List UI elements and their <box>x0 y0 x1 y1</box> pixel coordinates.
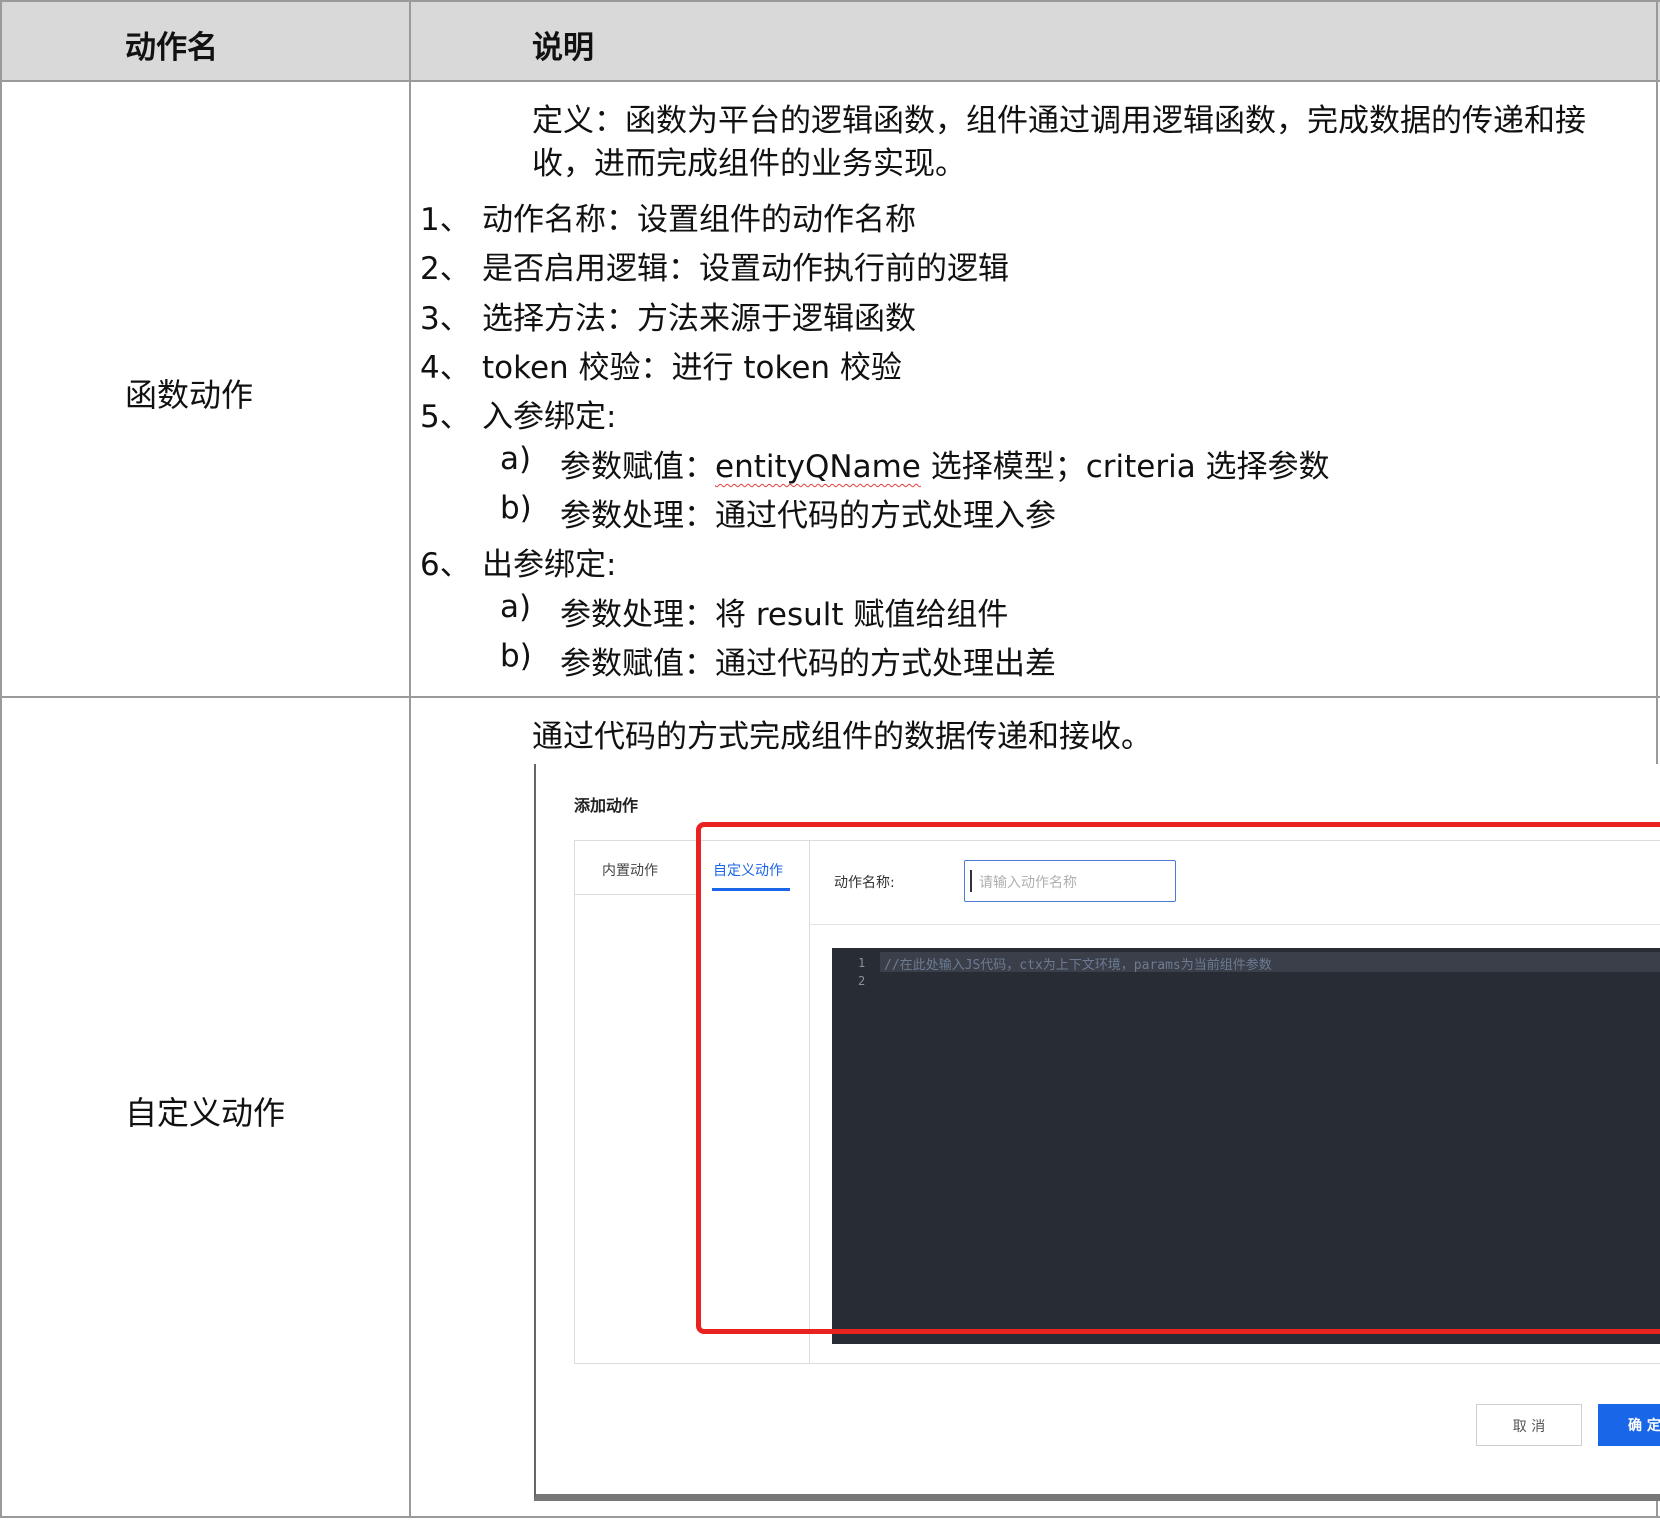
sub-list-item-letter: b) <box>500 638 532 674</box>
list-item-number: 6、 <box>420 547 471 583</box>
add-action-dialog-screenshot: 添加动作 内置动作 自定义动作 动作名称: 请输入动作名称 1 2 //在此处输… <box>534 764 1660 1501</box>
list-item-text: 入参绑定: <box>482 399 617 435</box>
list-item-text: token 校验：进行 token 校验 <box>482 350 902 386</box>
cancel-button[interactable]: 取 消 <box>1476 1404 1582 1446</box>
list-item-number: 1、 <box>420 202 471 238</box>
list-item-text: 出参绑定: <box>482 547 617 583</box>
header-description: 说明 <box>532 30 594 66</box>
definition-line-2: 收，进而完成组件的业务实现。 <box>532 146 966 182</box>
list-item-number: 5、 <box>420 399 471 435</box>
row-name-function-action: 函数动作 <box>125 376 254 414</box>
spellcheck-underlined-word: entityQName <box>715 449 921 485</box>
list-item-text: 动作名称：设置组件的动作名称 <box>482 202 916 238</box>
sub-list-item-letter: a) <box>500 589 532 625</box>
list-item-number: 2、 <box>420 251 471 287</box>
highlight-box <box>696 822 1660 1334</box>
confirm-button[interactable]: 确 定 <box>1598 1404 1660 1446</box>
action-table: 动作名 说明 函数动作 定义：函数为平台的逻辑函数，组件通过调用逻辑函数，完成数… <box>0 0 1660 1520</box>
sub-list-item-letter: a) <box>500 441 532 477</box>
tab-builtin-action[interactable]: 内置动作 <box>602 860 658 880</box>
definition-line-1: 定义：函数为平台的逻辑函数，组件通过调用逻辑函数，完成数据的传递和接 <box>532 103 1586 139</box>
custom-action-description: 通过代码的方式完成组件的数据传递和接收。 <box>532 719 1152 755</box>
list-item-text: 选择方法：方法来源于逻辑函数 <box>482 301 916 337</box>
list-item-text: 是否启用逻辑：设置动作执行前的逻辑 <box>482 251 1009 287</box>
sub-list-item-text: 参数处理：通过代码的方式处理入参 <box>560 498 1056 534</box>
list-item-number: 4、 <box>420 350 471 386</box>
dialog-title: 添加动作 <box>574 796 639 815</box>
list-item-number: 3、 <box>420 301 471 337</box>
table-header-row <box>2 2 1660 80</box>
header-action-name: 动作名 <box>125 30 218 66</box>
sub-list-item-text: 参数赋值：entityQName 选择模型；criteria 选择参数 <box>560 449 1330 485</box>
sub-list-item-text: 参数赋值：通过代码的方式处理出差 <box>560 646 1056 682</box>
sub-list-item-letter: b) <box>500 490 532 526</box>
tab-divider <box>574 894 700 895</box>
row-name-custom-action: 自定义动作 <box>125 1094 286 1132</box>
sub-list-item-text: 参数处理：将 result 赋值给组件 <box>560 597 1009 633</box>
